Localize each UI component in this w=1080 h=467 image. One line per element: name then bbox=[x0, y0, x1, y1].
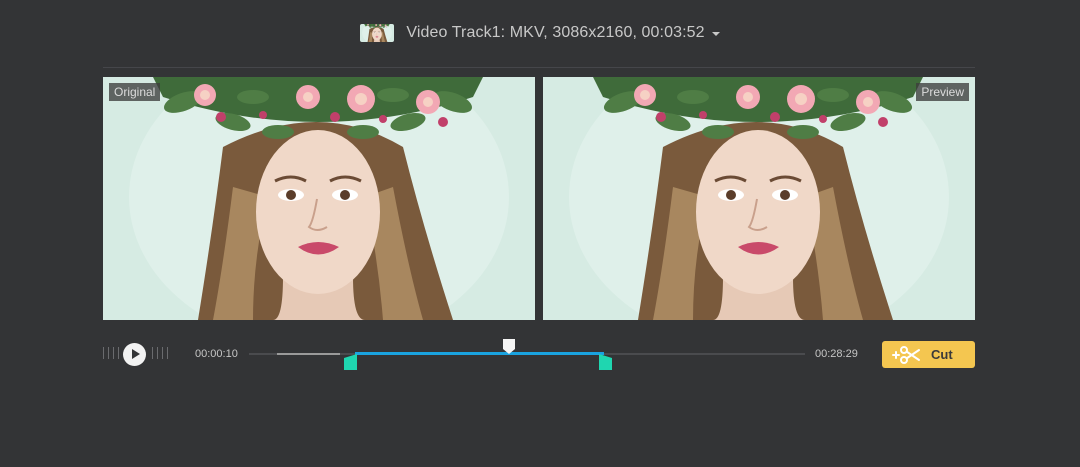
playhead-handle[interactable] bbox=[502, 338, 516, 355]
preview-video-pane: Preview bbox=[543, 77, 975, 320]
caret-down-icon[interactable] bbox=[711, 32, 720, 36]
end-time: 00:28:29 bbox=[815, 348, 858, 360]
video-trimmer: Video Track1: MKV, 3086x2160, 00:03:52 O… bbox=[0, 0, 1080, 467]
cut-button[interactable]: Cut bbox=[882, 341, 975, 368]
range-end-handle[interactable] bbox=[599, 354, 612, 370]
header-divider bbox=[103, 67, 975, 68]
add-scissors-icon bbox=[892, 345, 920, 364]
right-tick-marks bbox=[152, 347, 168, 359]
played-progress bbox=[277, 353, 340, 355]
start-time: 00:00:10 bbox=[195, 348, 238, 360]
original-frame-image bbox=[103, 77, 535, 320]
range-start-handle[interactable] bbox=[344, 354, 357, 370]
preview-label: Preview bbox=[916, 83, 969, 101]
original-label: Original bbox=[109, 83, 161, 101]
original-video-pane: Original bbox=[103, 77, 535, 320]
preview-frame-image bbox=[543, 77, 975, 320]
track-title: Video Track1: MKV, 3086x2160, 00:03:52 bbox=[406, 24, 705, 41]
portrait-thumbnail-icon bbox=[360, 24, 394, 42]
play-icon[interactable] bbox=[123, 343, 146, 366]
track-selector[interactable]: Video Track1: MKV, 3086x2160, 00:03:52 bbox=[0, 22, 1080, 44]
selected-range bbox=[355, 352, 604, 355]
left-tick-marks bbox=[103, 347, 119, 359]
cut-label: Cut bbox=[931, 347, 953, 362]
